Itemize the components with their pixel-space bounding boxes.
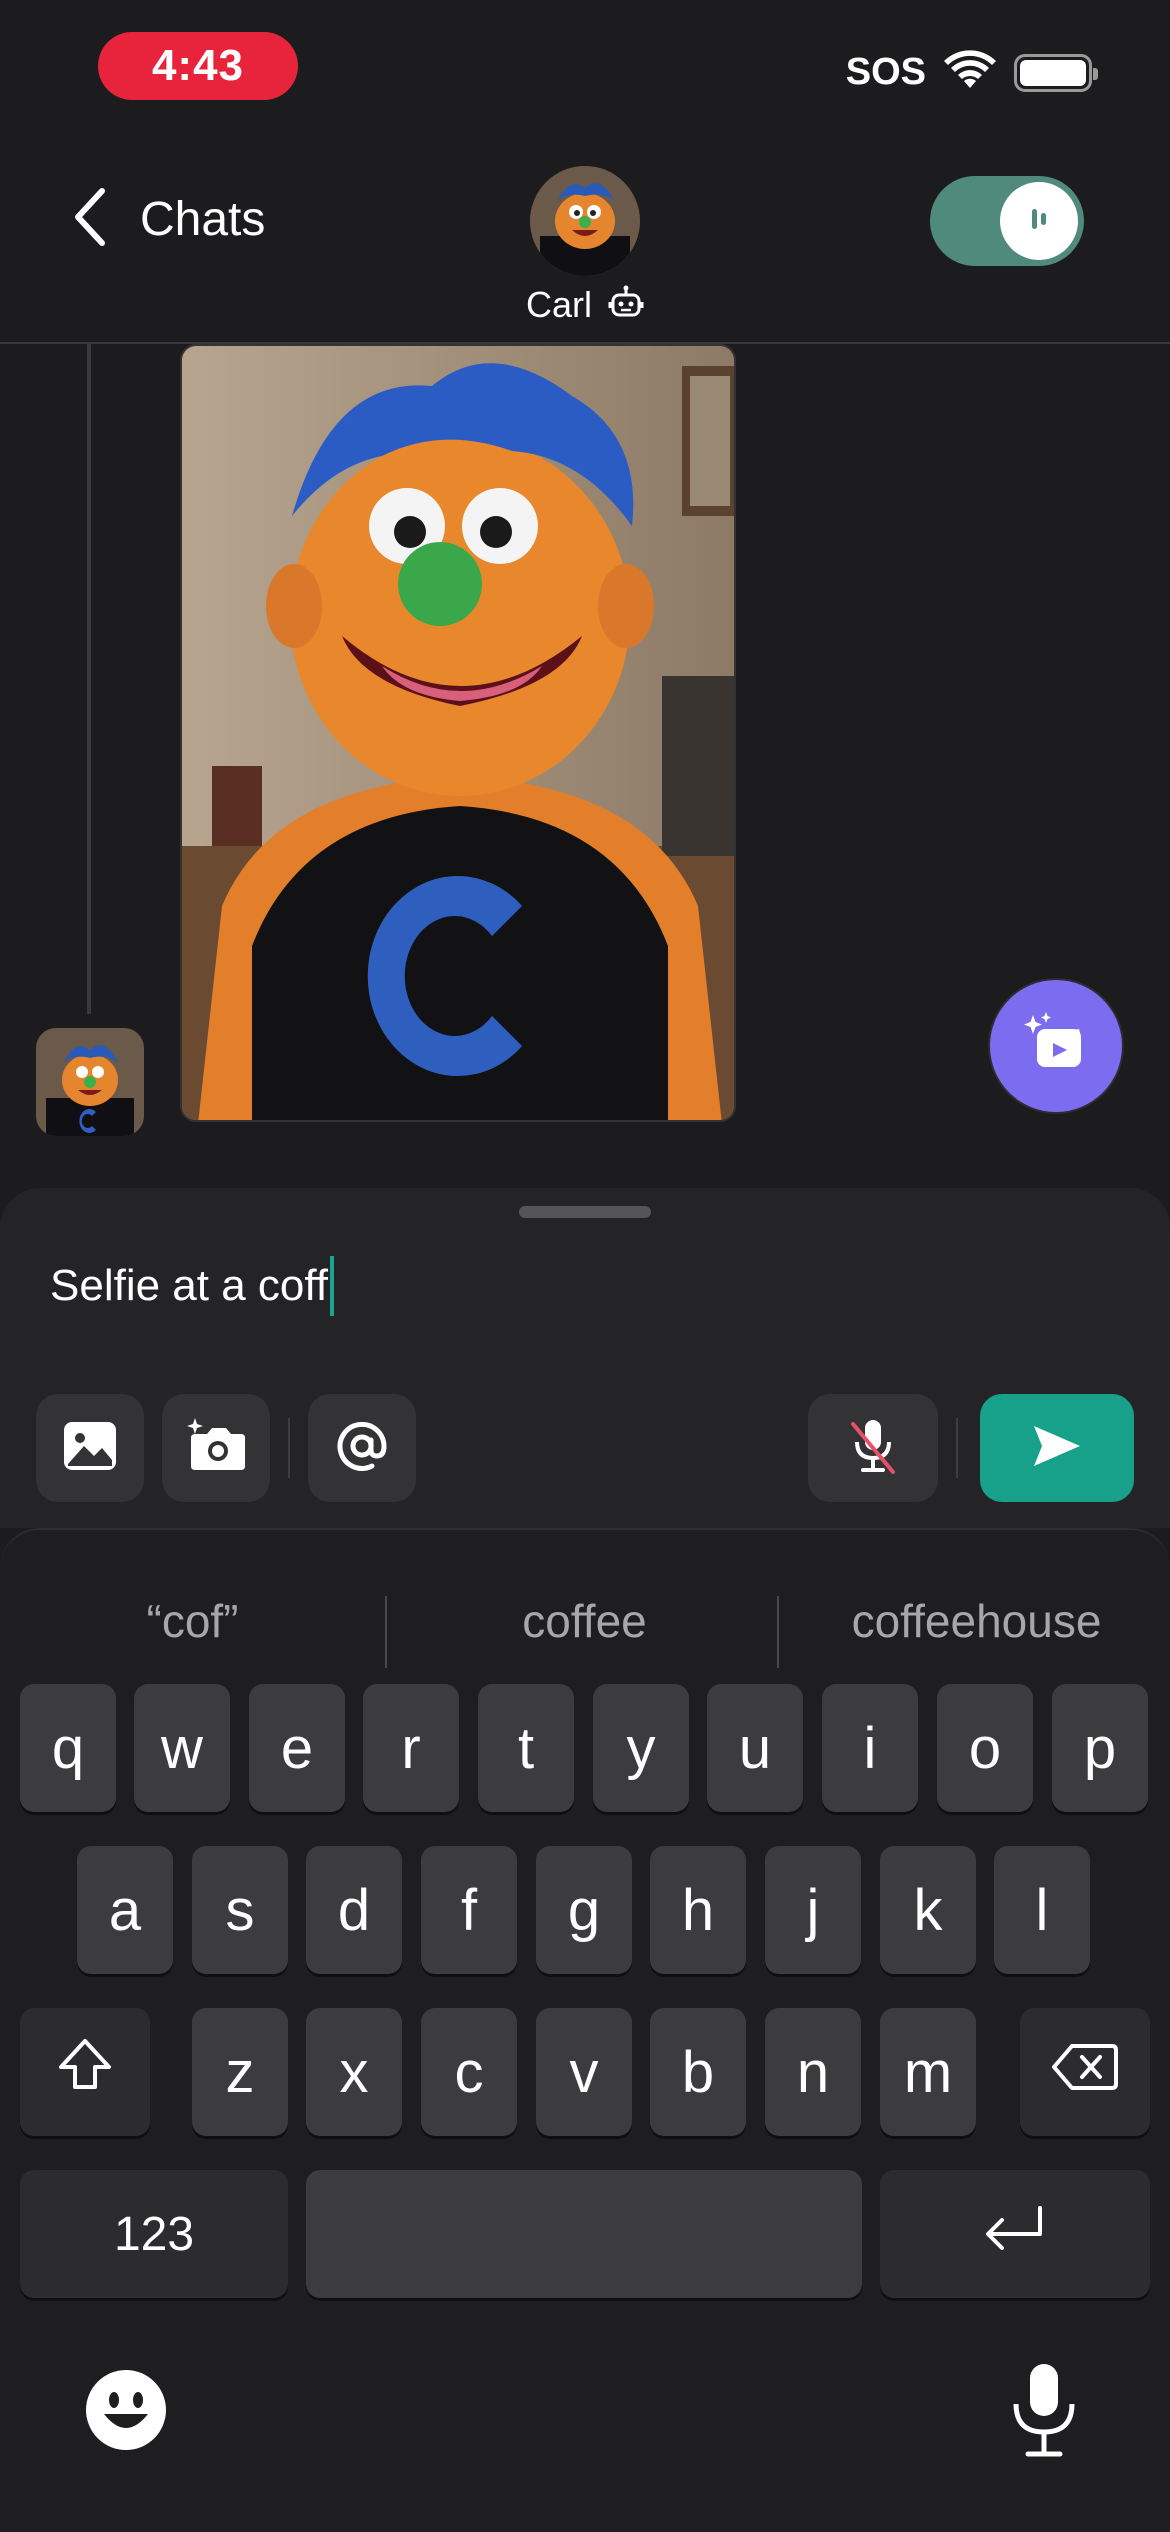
suggestion-item[interactable]: “cof”: [0, 1566, 385, 1676]
gallery-button[interactable]: [36, 1394, 144, 1502]
mention-button[interactable]: [308, 1394, 416, 1502]
shift-icon: [55, 2035, 115, 2109]
key-letter[interactable]: s: [192, 1846, 288, 1974]
message-input-value: Selfie at a coff: [50, 1261, 329, 1310]
ai-camera-button[interactable]: [162, 1394, 270, 1502]
key-letter[interactable]: m: [880, 2008, 976, 2136]
key-letter[interactable]: b: [650, 2008, 746, 2136]
backspace-key[interactable]: [1020, 2008, 1150, 2136]
voice-knob: [1000, 182, 1078, 260]
at-sign-icon: [334, 1418, 390, 1479]
key-letter[interactable]: v: [536, 2008, 632, 2136]
backspace-icon: [1052, 2039, 1118, 2106]
ai-media-button[interactable]: [990, 980, 1122, 1112]
key-letter[interactable]: l: [994, 1846, 1090, 1974]
key-letter[interactable]: d: [306, 1846, 402, 1974]
key-letter[interactable]: o: [937, 1684, 1033, 1812]
key-letter[interactable]: a: [77, 1846, 173, 1974]
composer-grabber[interactable]: [519, 1206, 651, 1218]
thread-line: [87, 344, 91, 1014]
message-image[interactable]: [180, 344, 736, 1122]
voice-mode-toggle[interactable]: [930, 176, 1084, 266]
key-letter[interactable]: t: [478, 1684, 574, 1812]
key-letter[interactable]: w: [134, 1684, 230, 1812]
key-letter[interactable]: q: [20, 1684, 116, 1812]
suggestion-bar: “cof” coffee coffeehouse: [0, 1566, 1170, 1676]
app-root: 4:43 SOS Chats Carl Selfie at a coff “co…: [0, 0, 1170, 2532]
chevron-left-icon: [70, 185, 110, 254]
suggestion-divider: [777, 1596, 779, 1668]
emoji-icon: [84, 2370, 168, 2456]
sender-avatar[interactable]: [36, 1028, 144, 1136]
message-composer: Selfie at a coff: [0, 1188, 1170, 1528]
contact-info[interactable]: Carl: [520, 166, 650, 326]
chat-header: Chats Carl: [0, 150, 1170, 344]
voice-input-button[interactable]: [808, 1394, 938, 1502]
contact-name-row: Carl: [526, 284, 644, 326]
message-input[interactable]: Selfie at a coff: [50, 1256, 335, 1316]
emoji-button[interactable]: [84, 2368, 168, 2452]
wifi-icon: [944, 50, 996, 95]
key-letter[interactable]: j: [765, 1846, 861, 1974]
key-letter[interactable]: y: [593, 1684, 689, 1812]
back-button[interactable]: Chats: [70, 185, 265, 254]
key-letter[interactable]: h: [650, 1846, 746, 1974]
send-button[interactable]: [980, 1394, 1134, 1502]
magic-video-icon: [1021, 1009, 1091, 1084]
text-caret: [330, 1256, 335, 1316]
sos-indicator: SOS: [845, 51, 926, 93]
key-letter[interactable]: i: [822, 1684, 918, 1812]
battery-icon: [1014, 53, 1098, 92]
return-key[interactable]: [880, 2170, 1150, 2298]
status-icons: SOS: [845, 50, 1098, 95]
contact-avatar[interactable]: [530, 166, 640, 276]
message-list: [0, 344, 1170, 1190]
toolbar-divider: [956, 1418, 958, 1478]
key-letter[interactable]: u: [707, 1684, 803, 1812]
send-icon: [1032, 1424, 1082, 1473]
suggestion-item[interactable]: coffee: [392, 1566, 777, 1676]
key-letter[interactable]: z: [192, 2008, 288, 2136]
numbers-key[interactable]: 123: [20, 2170, 288, 2298]
shift-key[interactable]: [20, 2008, 150, 2136]
key-letter[interactable]: r: [363, 1684, 459, 1812]
key-letter[interactable]: n: [765, 2008, 861, 2136]
suggestion-item[interactable]: coffeehouse: [784, 1566, 1169, 1676]
dictation-button[interactable]: [1004, 2360, 1084, 2460]
key-letter[interactable]: c: [421, 2008, 517, 2136]
suggestion-divider: [385, 1596, 387, 1668]
return-icon: [982, 2201, 1048, 2268]
sparkle-camera-icon: [185, 1417, 247, 1479]
microphone-icon: [1004, 2364, 1084, 2464]
key-letter[interactable]: g: [536, 1846, 632, 1974]
back-label: Chats: [140, 193, 266, 246]
key-letter[interactable]: x: [306, 2008, 402, 2136]
mic-off-icon: [845, 1416, 901, 1481]
keyboard: “cof” coffee coffeehouse q w e r t y u i…: [0, 1528, 1170, 2532]
key-letter[interactable]: f: [421, 1846, 517, 1974]
bot-icon: [608, 285, 644, 326]
key-letter[interactable]: e: [249, 1684, 345, 1812]
contact-name: Carl: [525, 284, 592, 325]
key-letter[interactable]: k: [880, 1846, 976, 1974]
image-icon: [62, 1418, 118, 1479]
audio-wave-icon: [1021, 201, 1057, 242]
space-key[interactable]: [306, 2170, 862, 2298]
key-letter[interactable]: p: [1052, 1684, 1148, 1812]
toolbar-divider: [288, 1418, 290, 1478]
status-time: 4:43: [98, 32, 298, 100]
